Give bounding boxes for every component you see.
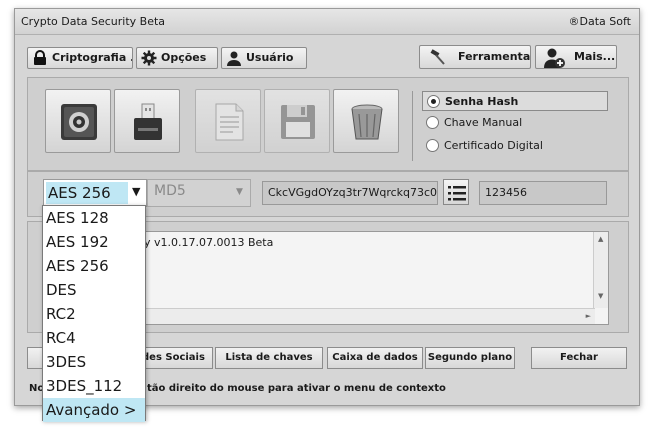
add-user-icon (544, 47, 566, 68)
usb-drive-icon (134, 103, 162, 140)
dropdown-option-3des-112[interactable]: 3DES_112 (43, 374, 145, 398)
gear-icon (141, 50, 157, 66)
recycle-bin-button[interactable] (333, 89, 399, 153)
document-icon (215, 103, 244, 141)
radio-button (426, 116, 439, 129)
safe-icon (61, 104, 97, 140)
lock-icon (32, 50, 48, 66)
key-list-button[interactable] (443, 179, 469, 205)
tab-usuario[interactable]: Usuário (221, 47, 307, 69)
usb-button[interactable] (114, 89, 180, 153)
dropdown-option-rc2[interactable]: RC2 (43, 302, 145, 326)
log-text: y v1.0.17.07.0013 Beta (144, 236, 274, 249)
radio-button (426, 139, 439, 152)
more-label: Mais... (574, 50, 616, 63)
algorithm-value: AES 256 (46, 182, 128, 204)
tools-button[interactable]: Ferramentas (419, 45, 531, 69)
chevron-down-icon: ▼ (236, 187, 243, 197)
window-title: Crypto Data Security Beta (21, 15, 166, 28)
save-button[interactable] (264, 89, 330, 153)
scroll-right-icon[interactable]: ► (586, 312, 591, 320)
key-hash-field[interactable]: CkcVGgdOYzq3tr7Wqrckq73c0yUF (262, 181, 438, 205)
more-button[interactable]: Mais... (535, 45, 617, 69)
list-icon (448, 186, 466, 201)
document-button[interactable] (195, 89, 261, 153)
dropdown-option-aes256[interactable]: AES 256 (43, 254, 145, 278)
tab-criptografia-label: Criptografia ... (52, 51, 132, 64)
radio-label: Certificado Digital (444, 139, 543, 152)
background-button[interactable]: Segundo plano (425, 347, 515, 369)
tab-opcoes[interactable]: Opções (136, 47, 218, 69)
chevron-down-icon: ▼ (132, 185, 141, 198)
dropdown-option-3des[interactable]: 3DES (43, 350, 145, 374)
hash-value: MD5 (154, 183, 186, 199)
radio-label: Senha Hash (445, 95, 519, 108)
brand-label: ®Data Soft (568, 15, 631, 28)
dropdown-option-aes128[interactable]: AES 128 (43, 206, 145, 230)
data-box-button[interactable]: Caixa de dados (327, 347, 423, 369)
algorithm-select[interactable]: AES 256 ▼ (43, 179, 147, 207)
floppy-disk-icon (281, 105, 315, 139)
vertical-scrollbar[interactable]: ▲ ▼ (593, 232, 608, 308)
scroll-down-icon[interactable]: ▼ (598, 292, 603, 300)
hash-select[interactable]: MD5 ▼ (147, 179, 251, 207)
hammer-icon (430, 49, 446, 65)
radio-label: Chave Manual (444, 116, 523, 129)
scroll-up-icon[interactable]: ▲ (598, 235, 603, 243)
tab-opcoes-label: Opções (161, 51, 207, 64)
title-bar: Crypto Data Security Beta ®Data Soft (15, 9, 639, 35)
radio-certificado-digital[interactable]: Certificado Digital (422, 136, 608, 156)
dropdown-option-des[interactable]: DES (43, 278, 145, 302)
close-button[interactable]: Fechar (531, 347, 627, 369)
tab-usuario-label: Usuário (246, 51, 294, 64)
tools-label: Ferramentas (458, 50, 531, 63)
radio-senha-hash[interactable]: Senha Hash (422, 91, 608, 111)
user-icon (226, 50, 242, 66)
radio-chave-manual[interactable]: Chave Manual (422, 113, 608, 133)
radio-button-selected (427, 95, 440, 108)
dropdown-option-advanced[interactable]: Avançado > (43, 398, 145, 422)
password-field[interactable]: 123456 (479, 181, 607, 205)
key-list-bottom-button[interactable]: Lista de chaves (215, 347, 323, 369)
dropdown-option-rc4[interactable]: RC4 (43, 326, 145, 350)
dropdown-option-aes192[interactable]: AES 192 (43, 230, 145, 254)
algorithm-dropdown-list: AES 128 AES 192 AES 256 DES RC2 RC4 3DES… (42, 205, 146, 422)
status-text-right: tão direito do mouse para ativar o menu … (147, 383, 446, 394)
recycle-bin-icon (351, 104, 383, 140)
social-networks-label: des Sociais (142, 352, 205, 363)
toolbar-divider (412, 91, 413, 161)
safe-button[interactable] (45, 89, 111, 153)
tab-criptografia[interactable]: Criptografia ... (27, 47, 133, 69)
